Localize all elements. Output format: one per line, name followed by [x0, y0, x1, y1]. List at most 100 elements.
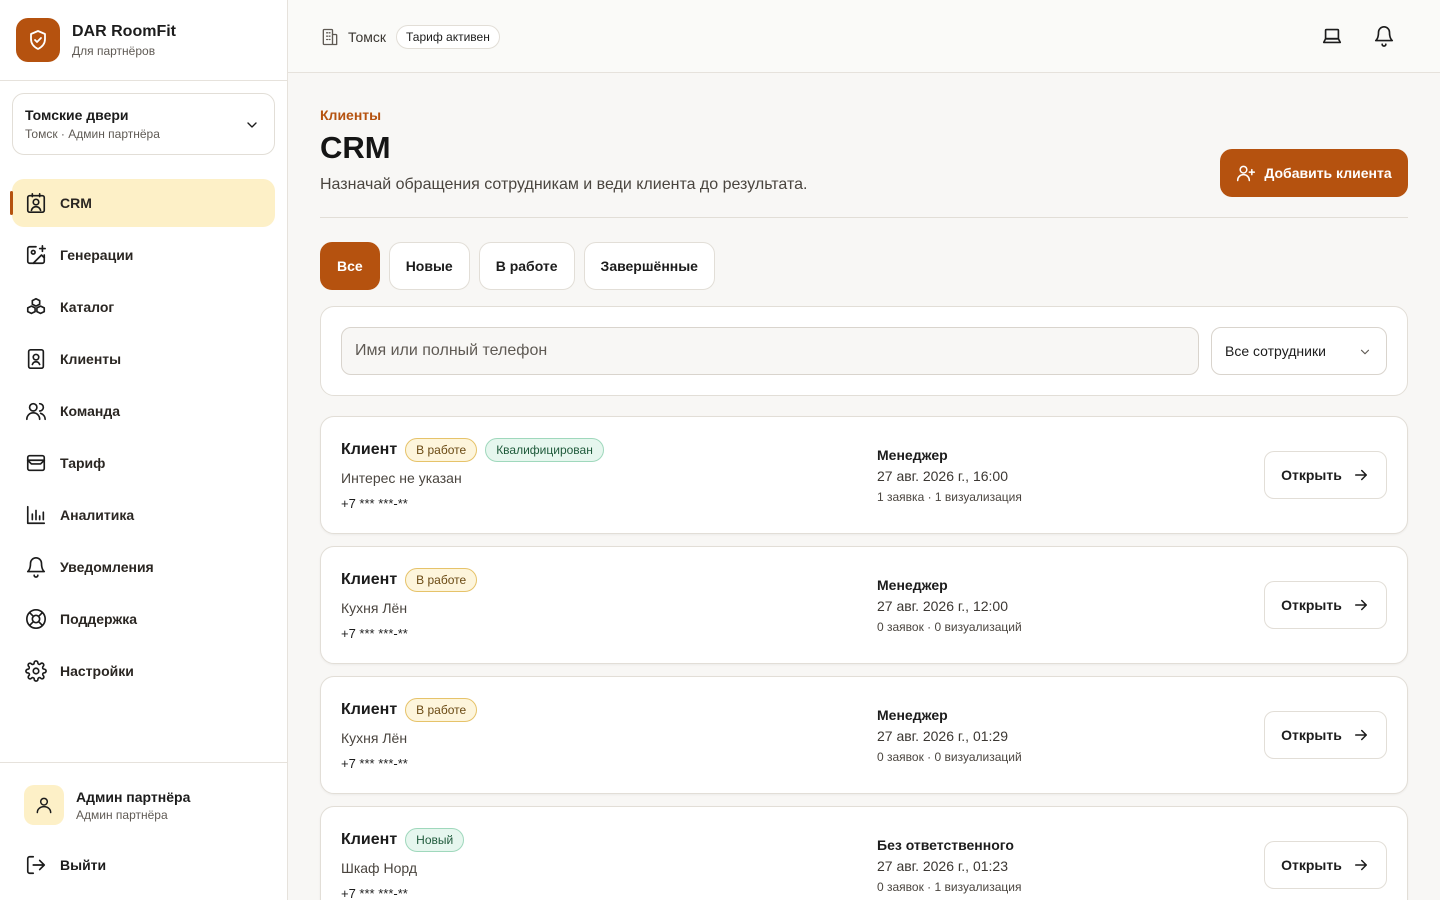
logout-label: Выйти: [60, 857, 107, 873]
client-stats: 1 заявка · 1 визуализация: [877, 490, 1022, 504]
client-manager: Без ответственного: [877, 837, 1014, 853]
sidebar-item-plan[interactable]: Тариф: [12, 439, 275, 487]
brand-name: DAR RoomFit: [72, 22, 176, 40]
client-manager: Менеджер: [877, 447, 948, 463]
status-badge: В работе: [405, 568, 478, 592]
filter-card: Все сотрудники: [320, 306, 1408, 396]
client-manager: Менеджер: [877, 707, 948, 723]
sidebar-footer: Админ партнёра Админ партнёра Выйти: [0, 762, 287, 900]
tab-completed[interactable]: Завершённые: [583, 242, 715, 290]
employee-select-value: Все сотрудники: [1225, 343, 1326, 359]
open-client-button[interactable]: Открыть: [1264, 581, 1387, 629]
city-name: Томск: [348, 29, 386, 45]
sidebar: DAR RoomFit Для партнёров Томские двери …: [0, 0, 288, 900]
logout-button[interactable]: Выйти: [24, 853, 106, 877]
client-date: 27 авг. 2026 г., 01:23: [877, 858, 1008, 874]
qualification-badge: Квалифицирован: [485, 438, 604, 462]
gear-icon: [24, 659, 48, 683]
sidebar-item-team[interactable]: Команда: [12, 387, 275, 435]
sidebar-item-crm[interactable]: CRM: [10, 179, 275, 227]
user-role: Админ партнёра: [76, 807, 168, 822]
sidebar-item-generations[interactable]: Генерации: [12, 231, 275, 279]
arrow-right-icon: [1352, 726, 1370, 744]
open-label: Открыть: [1281, 597, 1342, 613]
chart-icon: [24, 503, 48, 527]
sidebar-item-label: Уведомления: [60, 559, 154, 575]
open-label: Открыть: [1281, 857, 1342, 873]
sidebar-item-clients[interactable]: Клиенты: [12, 335, 275, 383]
shield-check-icon: [16, 18, 60, 62]
sidebar-item-label: Аналитика: [60, 507, 135, 523]
chevron-down-icon: [1358, 345, 1372, 359]
brand-subtitle: Для партнёров: [72, 43, 156, 58]
client-phone: +7 *** ***-**: [341, 886, 408, 900]
client-phone: +7 *** ***-**: [341, 496, 408, 511]
sidebar-item-support[interactable]: Поддержка: [12, 595, 275, 643]
client-phone: +7 *** ***-**: [341, 626, 408, 641]
boxes-icon: [24, 295, 48, 319]
arrow-right-icon: [1352, 856, 1370, 874]
user-name: Админ партнёра: [76, 788, 191, 805]
tab-in-progress[interactable]: В работе: [478, 242, 575, 290]
sidebar-item-label: Клиенты: [60, 351, 122, 367]
sidebar-item-analytics[interactable]: Аналитика: [12, 491, 275, 539]
tab-all[interactable]: Все: [320, 242, 380, 290]
wallet-icon: [24, 451, 48, 475]
logout-icon: [24, 853, 48, 877]
building-icon: [320, 27, 340, 47]
sidebar-item-label: Поддержка: [60, 611, 138, 627]
user-plus-icon: [1236, 163, 1256, 183]
contact-icon: [24, 191, 48, 215]
client-interest: Кухня Лён: [341, 600, 408, 616]
open-label: Открыть: [1281, 467, 1342, 483]
client-interest: Шкаф Норд: [341, 860, 417, 876]
chevron-down-icon: [244, 117, 260, 133]
sidebar-item-label: Команда: [60, 403, 120, 419]
sidebar-item-label: Каталог: [60, 299, 115, 315]
status-badge: В работе: [405, 698, 478, 722]
bell-icon: [24, 555, 48, 579]
client-name: Клиент: [341, 831, 398, 848]
org-switcher[interactable]: Томские двери Томск · Админ партнёра: [12, 93, 275, 155]
client-date: 27 авг. 2026 г., 12:00: [877, 598, 1008, 614]
client-name: Клиент: [341, 571, 398, 588]
search-input[interactable]: [341, 327, 1199, 375]
breadcrumb[interactable]: Клиенты: [320, 107, 381, 123]
sidebar-item-label: Тариф: [60, 455, 106, 471]
client-date: 27 авг. 2026 г., 16:00: [877, 468, 1008, 484]
sidebar-item-notifications[interactable]: Уведомления: [12, 543, 275, 591]
city-indicator: Томск Тариф активен: [320, 25, 500, 49]
add-client-button[interactable]: Добавить клиента: [1220, 149, 1408, 197]
image-plus-icon: [24, 243, 48, 267]
user-profile[interactable]: Админ партнёра Админ партнёра: [24, 785, 190, 825]
brand: DAR RoomFit Для партнёров: [0, 0, 287, 81]
tab-new[interactable]: Новые: [388, 242, 470, 290]
add-client-label: Добавить клиента: [1264, 165, 1392, 181]
client-manager: Менеджер: [877, 577, 948, 593]
page-title: CRM: [320, 130, 391, 165]
open-label: Открыть: [1281, 727, 1342, 743]
open-client-button[interactable]: Открыть: [1264, 711, 1387, 759]
open-client-button[interactable]: Открыть: [1264, 451, 1387, 499]
sidebar-item-label: Генерации: [60, 247, 134, 263]
sidebar-item-settings[interactable]: Настройки: [12, 647, 275, 695]
client-card: Клиент В работе Кухня Лён +7 *** ***-** …: [320, 676, 1408, 794]
org-name: Томские двери: [25, 107, 129, 123]
employee-select[interactable]: Все сотрудники: [1211, 327, 1387, 375]
sidebar-item-catalog[interactable]: Каталог: [12, 283, 275, 331]
client-stats: 0 заявок · 1 визуализация: [877, 880, 1022, 894]
client-interest: Кухня Лён: [341, 730, 408, 746]
laptop-icon[interactable]: [1320, 24, 1344, 48]
open-client-button[interactable]: Открыть: [1264, 841, 1387, 889]
bell-icon[interactable]: [1372, 24, 1396, 48]
page-description: Назначай обращения сотрудникам и веди кл…: [320, 176, 808, 193]
client-card: Клиент Новый Шкаф Норд +7 *** ***-** Без…: [320, 806, 1408, 900]
contact-book-icon: [24, 347, 48, 371]
client-date: 27 авг. 2026 г., 01:29: [877, 728, 1008, 744]
users-icon: [24, 399, 48, 423]
client-interest: Интерес не указан: [341, 470, 462, 486]
status-badge: Новый: [405, 828, 465, 852]
client-phone: +7 *** ***-**: [341, 756, 408, 771]
avatar: [24, 785, 64, 825]
org-subtitle: Томск · Админ партнёра: [25, 127, 160, 141]
